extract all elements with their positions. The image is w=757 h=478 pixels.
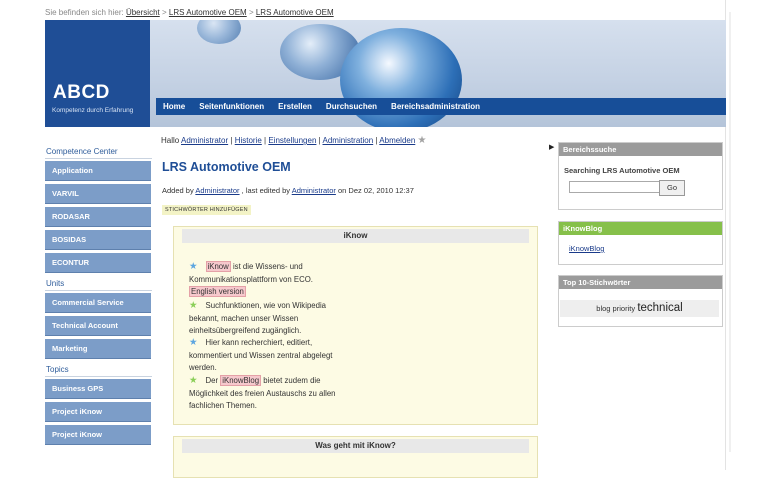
iknowblog-box: iKnowBlog iKnowBlog bbox=[558, 221, 723, 265]
nav-browse[interactable]: Durchsuchen bbox=[319, 102, 384, 111]
iknowblog-sidebar-link[interactable]: iKnowBlog bbox=[569, 244, 604, 253]
list-item: ★ iKnow ist die Wissens- und Kommunikatio… bbox=[189, 261, 313, 297]
box-title: iKnowBlog bbox=[559, 222, 722, 235]
author-link[interactable]: Administrator bbox=[195, 186, 239, 195]
star-icon: ★ bbox=[189, 300, 198, 311]
search-label: Searching LRS Automotive OEM bbox=[564, 166, 680, 175]
panel-title: iKnow bbox=[182, 229, 529, 243]
tag-blog-priority[interactable]: blog priority bbox=[596, 304, 635, 313]
sidebar-item-marketing[interactable]: Marketing bbox=[45, 339, 151, 359]
nav-home[interactable]: Home bbox=[156, 102, 192, 111]
list-item: ★ Hier kann recherchiert, editiert, komme… bbox=[189, 337, 333, 372]
sidebar-item-technical-account[interactable]: Technical Account bbox=[45, 316, 151, 336]
greeting: Hallo bbox=[161, 136, 180, 145]
nav-create[interactable]: Erstellen bbox=[271, 102, 319, 111]
logo-title: ABCD bbox=[53, 82, 110, 103]
breadcrumb-link-page[interactable]: LRS Automotive OEM bbox=[256, 8, 334, 17]
star-icon: ★ bbox=[189, 375, 198, 386]
tag-technical[interactable]: technical bbox=[637, 302, 682, 314]
space-search-box: Bereichssuche Searching LRS Automotive O… bbox=[558, 142, 723, 210]
top-tags-box: Top 10-Stichwörter blog priority technic… bbox=[558, 275, 723, 327]
logo[interactable]: ABCD Kompetenz durch Erfahrung bbox=[45, 20, 150, 127]
info-panel-iknow: iKnow ★ iKnow ist die Wissens- und Kommun… bbox=[173, 226, 538, 425]
nav-page-functions[interactable]: Seitenfunktionen bbox=[192, 102, 271, 111]
site-header: ABCD Kompetenz durch Erfahrung Home Seit… bbox=[45, 20, 726, 127]
user-links: Hallo Administrator | Historie | Einstel… bbox=[161, 135, 427, 146]
sidebar-item-rodasar[interactable]: RODASAR bbox=[45, 207, 151, 227]
panel-title: Was geht mit iKnow? bbox=[182, 439, 529, 453]
star-icon: ★ bbox=[189, 261, 198, 272]
english-version-link[interactable]: English version bbox=[189, 286, 246, 297]
sidebar-item-project-iknow[interactable]: Project iKnow bbox=[45, 402, 151, 422]
list-item: ★ Suchfunktionen, wie von Wikipedia bekan… bbox=[189, 300, 327, 335]
sidebar-item-bosidas[interactable]: BOSIDAS bbox=[45, 230, 151, 250]
star-icon: ★ bbox=[189, 337, 198, 348]
add-tags-button[interactable]: STICHWÖRTER HINZUFÜGEN bbox=[162, 205, 251, 215]
user-link-history[interactable]: Historie bbox=[235, 136, 262, 145]
breadcrumb: Sie befinden sich hier: Übersicht > LRS … bbox=[45, 8, 334, 17]
sidebar-item-econtur[interactable]: ECONTUR bbox=[45, 253, 151, 273]
sidebar-section-title: Topics bbox=[45, 362, 152, 377]
sidebar-item-project-iknow-2[interactable]: Project iKnow bbox=[45, 425, 151, 445]
user-link-logout[interactable]: Abmelden bbox=[379, 136, 415, 145]
sidebar-item-application[interactable]: Application bbox=[45, 161, 151, 181]
tag-cloud: blog priority technical bbox=[560, 300, 719, 317]
box-title: Top 10-Stichwörter bbox=[559, 276, 722, 289]
go-button[interactable]: Go bbox=[659, 180, 685, 196]
box-title: Bereichssuche bbox=[559, 143, 722, 156]
favourite-star-icon[interactable]: ★ bbox=[418, 135, 427, 146]
list-item: ★ Der iKnowBlog bietet zudem die Möglichk… bbox=[189, 375, 336, 410]
breadcrumb-link-overview[interactable]: Übersicht bbox=[126, 8, 160, 17]
iknowblog-link[interactable]: iKnowBlog bbox=[220, 375, 262, 386]
breadcrumb-prefix: Sie befinden sich hier: bbox=[45, 8, 124, 17]
collapse-arrow-icon[interactable]: ▶ bbox=[549, 143, 554, 151]
info-panel-what-iknow: Was geht mit iKnow? bbox=[173, 436, 538, 478]
search-input[interactable] bbox=[569, 181, 661, 193]
user-link-administration[interactable]: Administration bbox=[323, 136, 374, 145]
sidebar-section-title: Competence Center bbox=[45, 144, 152, 159]
logo-subtitle: Kompetenz durch Erfahrung bbox=[52, 107, 134, 114]
editor-link[interactable]: Administrator bbox=[292, 186, 336, 195]
sidebar-section-title: Units bbox=[45, 276, 152, 291]
iknow-link[interactable]: iKnow bbox=[205, 261, 231, 272]
user-link-administrator[interactable]: Administrator bbox=[181, 136, 228, 145]
left-sidebar: Competence Center Application VARVIL ROD… bbox=[45, 144, 152, 448]
breadcrumb-link-space[interactable]: LRS Automotive OEM bbox=[169, 8, 247, 17]
main-nav: Home Seitenfunktionen Erstellen Durchsuc… bbox=[156, 98, 726, 115]
page-meta: Added by Administrator , last edited by … bbox=[162, 186, 414, 195]
user-link-settings[interactable]: Einstellungen bbox=[268, 136, 316, 145]
page-title: LRS Automotive OEM bbox=[162, 160, 291, 174]
nav-space-admin[interactable]: Bereichsadministration bbox=[384, 102, 487, 111]
globe-graphic-small bbox=[197, 20, 241, 44]
sidebar-item-varvil[interactable]: VARVIL bbox=[45, 184, 151, 204]
sidebar-item-commercial-service[interactable]: Commercial Service bbox=[45, 293, 151, 313]
page-shadow-divider bbox=[729, 12, 731, 452]
sidebar-item-business-gps[interactable]: Business GPS bbox=[45, 379, 151, 399]
